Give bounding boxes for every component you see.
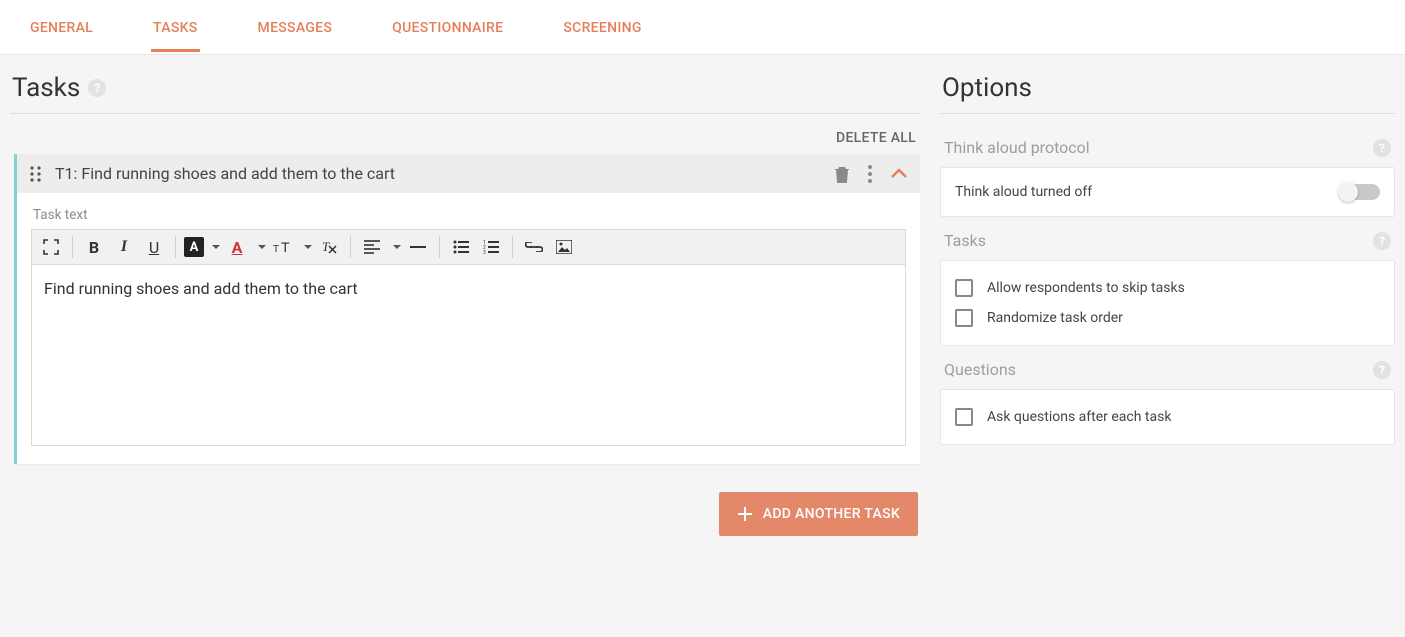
questions-options-box: Ask questions after each task bbox=[940, 389, 1395, 445]
help-icon[interactable]: ? bbox=[88, 79, 106, 97]
horizontal-rule-button[interactable] bbox=[405, 234, 431, 260]
tab-questionnaire[interactable]: QUESTIONNAIRE bbox=[390, 2, 505, 52]
collapse-icon[interactable] bbox=[890, 168, 908, 180]
align-button[interactable] bbox=[359, 234, 385, 260]
underline-button[interactable]: U bbox=[141, 234, 167, 260]
toolbar-separator bbox=[512, 236, 513, 258]
questions-options-title-row: Questions ? bbox=[940, 346, 1395, 389]
link-button[interactable] bbox=[521, 234, 547, 260]
drag-handle-icon[interactable] bbox=[29, 166, 43, 182]
image-button[interactable] bbox=[551, 234, 577, 260]
think-aloud-toggle[interactable] bbox=[1340, 184, 1380, 200]
clear-format-button[interactable]: T bbox=[316, 234, 342, 260]
options-heading: Options bbox=[942, 73, 1032, 103]
page-body: Tasks ? DELETE ALL T1: Find running shoe… bbox=[0, 55, 1405, 637]
options-panel: Options Think aloud protocol ? Think alo… bbox=[940, 55, 1395, 597]
more-icon[interactable] bbox=[868, 165, 872, 183]
tab-tasks[interactable]: TASKS bbox=[151, 2, 199, 52]
task-card: T1: Find running shoes and add them to t… bbox=[14, 154, 920, 464]
allow-skip-label: Allow respondents to skip tasks bbox=[987, 280, 1185, 296]
tab-general[interactable]: GENERAL bbox=[28, 2, 95, 52]
plus-icon bbox=[737, 506, 753, 522]
questions-options-title: Questions bbox=[944, 360, 1016, 379]
fullscreen-icon[interactable] bbox=[38, 234, 64, 260]
highlight-dropdown[interactable] bbox=[208, 234, 220, 260]
think-aloud-title-row: Think aloud protocol ? bbox=[940, 124, 1395, 167]
task-card-header: T1: Find running shoes and add them to t… bbox=[17, 154, 920, 193]
add-task-row: ADD ANOTHER TASK bbox=[10, 492, 920, 536]
tasks-options-title: Tasks bbox=[944, 231, 986, 250]
font-size-dropdown[interactable] bbox=[300, 234, 312, 260]
think-aloud-box: Think aloud turned off bbox=[940, 167, 1395, 217]
task-text-input[interactable]: Find running shoes and add them to the c… bbox=[32, 265, 905, 445]
rich-text-editor: B I U A A TT T bbox=[31, 229, 906, 446]
font-size-button[interactable]: TT bbox=[270, 234, 296, 260]
svg-text:T: T bbox=[281, 240, 290, 254]
trash-icon[interactable] bbox=[834, 165, 850, 183]
randomize-label: Randomize task order bbox=[987, 310, 1123, 326]
tasks-options-box: Allow respondents to skip tasks Randomiz… bbox=[940, 260, 1395, 346]
help-icon[interactable]: ? bbox=[1373, 232, 1391, 250]
svg-text:T: T bbox=[273, 244, 279, 254]
bullet-list-button[interactable] bbox=[448, 234, 474, 260]
tab-messages[interactable]: MESSAGES bbox=[256, 2, 335, 52]
numbered-list-button[interactable]: 123 bbox=[478, 234, 504, 260]
add-task-button[interactable]: ADD ANOTHER TASK bbox=[719, 492, 918, 536]
toolbar-separator bbox=[439, 236, 440, 258]
tasks-heading: Tasks bbox=[12, 73, 80, 103]
align-dropdown[interactable] bbox=[389, 234, 401, 260]
text-color-button[interactable]: A bbox=[224, 234, 250, 260]
toolbar-separator bbox=[350, 236, 351, 258]
rte-toolbar: B I U A A TT T bbox=[32, 230, 905, 265]
delete-all-button[interactable]: DELETE ALL bbox=[836, 130, 916, 146]
task-text-label: Task text bbox=[31, 201, 906, 229]
text-highlight-button[interactable]: A bbox=[184, 237, 204, 257]
divider bbox=[940, 113, 1395, 114]
task-body: Task text B I U A A bbox=[17, 193, 920, 464]
svg-text:3: 3 bbox=[483, 250, 486, 254]
task-actions bbox=[834, 165, 908, 183]
add-task-label: ADD ANOTHER TASK bbox=[763, 506, 900, 522]
tasks-panel: Tasks ? DELETE ALL T1: Find running shoe… bbox=[10, 55, 920, 597]
task-title: T1: Find running shoes and add them to t… bbox=[55, 164, 822, 183]
options-heading-row: Options bbox=[940, 55, 1395, 113]
ask-after-label: Ask questions after each task bbox=[987, 409, 1171, 425]
divider bbox=[10, 113, 920, 114]
tasks-heading-row: Tasks ? bbox=[10, 55, 920, 113]
toolbar-separator bbox=[72, 236, 73, 258]
text-color-dropdown[interactable] bbox=[254, 234, 266, 260]
italic-button[interactable]: I bbox=[111, 234, 137, 260]
ask-after-checkbox[interactable] bbox=[955, 408, 973, 426]
toolbar-separator bbox=[175, 236, 176, 258]
think-aloud-title: Think aloud protocol bbox=[944, 138, 1090, 157]
tasks-options-title-row: Tasks ? bbox=[940, 217, 1395, 260]
tab-screening[interactable]: SCREENING bbox=[561, 2, 643, 52]
bold-button[interactable]: B bbox=[81, 234, 107, 260]
randomize-checkbox[interactable] bbox=[955, 309, 973, 327]
delete-all-row: DELETE ALL bbox=[10, 124, 920, 154]
help-icon[interactable]: ? bbox=[1373, 139, 1391, 157]
help-icon[interactable]: ? bbox=[1373, 361, 1391, 379]
tab-bar: GENERAL TASKS MESSAGES QUESTIONNAIRE SCR… bbox=[0, 0, 1405, 55]
allow-skip-checkbox[interactable] bbox=[955, 279, 973, 297]
think-aloud-status: Think aloud turned off bbox=[955, 184, 1092, 200]
